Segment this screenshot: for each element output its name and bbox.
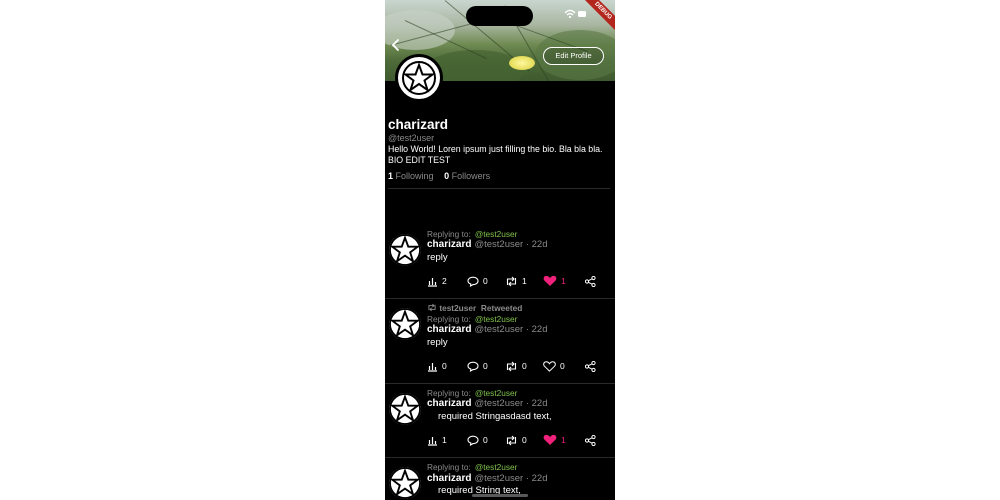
back-icon[interactable] xyxy=(390,38,404,54)
retweet-icon xyxy=(506,435,517,445)
tweet-author-line: charizard @test2user · 22d xyxy=(427,473,547,484)
retweet-button[interactable]: 0 xyxy=(505,434,527,446)
tweet-item[interactable]: Replying to: @test2user charizard @test2us… xyxy=(385,384,615,458)
share-icon xyxy=(585,275,596,287)
tweet-author-line: charizard @test2user · 22d xyxy=(427,324,547,335)
share-button[interactable] xyxy=(585,275,596,287)
author-handle-time: @test2user · 22d xyxy=(474,398,548,409)
comment-icon xyxy=(467,435,479,446)
retweet-icon xyxy=(428,303,436,312)
retweeted-by-line: test2user Retweeted xyxy=(427,303,522,313)
views-button[interactable]: 0 xyxy=(427,360,447,372)
profile-bio: Hello World! Loren ipsum just filling th… xyxy=(388,144,603,165)
star-avatar-icon xyxy=(389,393,421,425)
replying-handle-link[interactable]: @test2user xyxy=(475,229,518,239)
views-button[interactable]: 2 xyxy=(427,275,447,287)
home-indicator[interactable] xyxy=(472,494,528,497)
replying-handle-link[interactable]: @test2user xyxy=(475,314,518,324)
retweet-button[interactable]: 1 xyxy=(505,275,527,287)
replying-to-line: Replying to: @test2user xyxy=(427,229,518,239)
replying-to-line: Replying to: @test2user xyxy=(427,388,518,398)
wifi-battery-icon xyxy=(563,9,587,21)
author-handle-time: @test2user · 22d xyxy=(474,473,548,484)
tweet-actions: 2 0 1 1 xyxy=(427,275,602,287)
author-name: charizard xyxy=(427,324,472,335)
tweet-actions: 1 0 0 1 xyxy=(427,434,602,446)
replying-to-line: Replying to: @test2user xyxy=(427,314,518,324)
edit-profile-button[interactable]: Edit Profile xyxy=(543,47,604,65)
tweet-actions: 0 0 0 0 xyxy=(427,360,602,372)
heart-filled-icon xyxy=(543,275,557,286)
camera-notch xyxy=(466,6,533,26)
tweet-body: reply xyxy=(427,252,448,263)
like-button[interactable]: 0 xyxy=(543,360,565,372)
tweet-author-line: charizard @test2user · 22d xyxy=(427,239,547,250)
star-avatar-icon xyxy=(389,467,421,499)
replying-to-line: Replying to: @test2user xyxy=(427,462,518,472)
comment-button[interactable]: 0 xyxy=(467,434,488,446)
replying-handle-link[interactable]: @test2user xyxy=(475,462,518,472)
share-icon xyxy=(585,360,596,372)
like-button[interactable]: 1 xyxy=(543,275,566,287)
tweet-item[interactable]: Replying to: @test2user charizard @test2us… xyxy=(385,226,615,299)
star-avatar-icon xyxy=(389,234,421,266)
heart-filled-icon xyxy=(543,434,557,445)
following-stat[interactable]: 1 Following xyxy=(388,171,434,181)
profile-avatar[interactable] xyxy=(395,54,443,102)
share-button[interactable] xyxy=(585,360,596,372)
avatar[interactable] xyxy=(389,308,421,340)
comment-button[interactable]: 0 xyxy=(467,360,488,372)
avatar[interactable] xyxy=(389,234,421,266)
bar-chart-icon xyxy=(428,362,437,372)
divider xyxy=(388,188,610,189)
author-name: charizard xyxy=(427,398,472,409)
share-icon xyxy=(585,434,596,446)
star-avatar-icon xyxy=(389,308,421,340)
like-button[interactable]: 1 xyxy=(543,434,566,446)
share-button[interactable] xyxy=(585,434,596,446)
profile-handle: @test2user xyxy=(388,133,435,143)
heart-outline-icon xyxy=(543,360,556,372)
author-name: charizard xyxy=(427,473,472,484)
followers-stat[interactable]: 0 Followers xyxy=(444,171,490,181)
avatar[interactable] xyxy=(389,393,421,425)
tweet-author-line: charizard @test2user · 22d xyxy=(427,398,547,409)
retweet-icon xyxy=(506,276,517,286)
profile-display-name: charizard xyxy=(388,117,449,132)
follow-stats: 1 Following 0 Followers xyxy=(388,171,490,181)
retweet-button[interactable]: 0 xyxy=(505,360,527,372)
author-handle-time: @test2user · 22d xyxy=(474,239,548,250)
avatar[interactable] xyxy=(389,467,421,499)
views-button[interactable]: 1 xyxy=(427,434,447,446)
comment-icon xyxy=(467,276,479,287)
replying-handle-link[interactable]: @test2user xyxy=(475,388,518,398)
author-handle-time: @test2user · 22d xyxy=(474,324,548,335)
retweet-icon xyxy=(506,361,517,371)
bar-chart-icon xyxy=(428,277,437,287)
bar-chart-icon xyxy=(428,436,437,446)
tweet-body: reply xyxy=(427,337,448,348)
comment-icon xyxy=(467,361,479,372)
tweet-item[interactable]: test2user Retweeted Replying to: @test2us… xyxy=(385,299,615,384)
author-name: charizard xyxy=(427,239,472,250)
star-avatar-icon xyxy=(402,61,436,95)
tweet-body: required Stringasdasd text, xyxy=(438,411,552,422)
comment-button[interactable]: 0 xyxy=(467,275,488,287)
phone-screen: DEBUG Edit Profile charizard @test2user … xyxy=(385,0,615,500)
